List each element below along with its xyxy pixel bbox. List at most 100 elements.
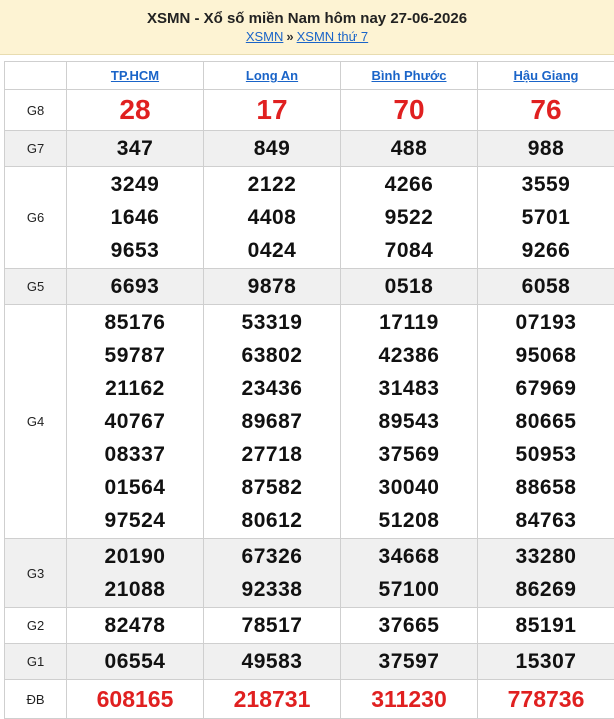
prize-cell: 6693 <box>67 269 204 305</box>
prize-cell: 49583 <box>204 644 341 680</box>
prize-number: 4266 <box>341 168 477 201</box>
prize-number: 9522 <box>341 201 477 234</box>
prize-number: 17 <box>204 91 340 129</box>
prize-cell: 988 <box>478 131 614 167</box>
prize-number: 9266 <box>478 234 614 267</box>
prize-cell: 15307 <box>478 644 614 680</box>
prize-cell: 488 <box>341 131 478 167</box>
prize-body: G828177076G7347849488988G632491646965321… <box>5 90 614 719</box>
prize-number: 34668 <box>341 540 477 573</box>
prize-cell: 82478 <box>67 608 204 644</box>
prize-number: 218731 <box>204 681 340 717</box>
prize-number: 488 <box>341 132 477 165</box>
prize-number: 84763 <box>478 504 614 537</box>
prize-number: 23436 <box>204 372 340 405</box>
prize-number: 59787 <box>67 339 203 372</box>
prize-number: 76 <box>478 91 614 129</box>
prize-cell: 3328086269 <box>478 539 614 608</box>
prize-cell: 85191 <box>478 608 614 644</box>
prize-cell: 07193950686796980665509538865884763 <box>478 305 614 539</box>
prize-number: 08337 <box>67 438 203 471</box>
prize-number: 0424 <box>204 234 340 267</box>
province-link-binh-phuoc[interactable]: Bình Phước <box>372 68 447 83</box>
prize-cell: 347 <box>67 131 204 167</box>
results-table: TP.HCM Long An Bình Phước Hậu Giang G828… <box>4 61 614 719</box>
prize-cell: 608165 <box>67 680 204 719</box>
prize-number: 21088 <box>67 573 203 606</box>
prize-cell: 9878 <box>204 269 341 305</box>
prize-number: 95068 <box>478 339 614 372</box>
prize-number: 97524 <box>67 504 203 537</box>
prize-label: G8 <box>5 90 67 131</box>
prize-number: 50953 <box>478 438 614 471</box>
prize-cell: 212244080424 <box>204 167 341 269</box>
prize-row-g5: G56693987805186058 <box>5 269 614 305</box>
prize-row-g1: G106554495833759715307 <box>5 644 614 680</box>
prize-label: G3 <box>5 539 67 608</box>
page-header: XSMN - Xổ số miền Nam hôm nay 27-06-2026… <box>0 0 614 55</box>
prize-number: 347 <box>67 132 203 165</box>
prize-row-g3: G320190210886732692338346685710033280862… <box>5 539 614 608</box>
prize-number: 27718 <box>204 438 340 471</box>
prize-number: 3249 <box>67 168 203 201</box>
province-header: TP.HCM <box>67 62 204 90</box>
prize-number: 70 <box>341 91 477 129</box>
prize-row-g4: G485176597872116240767083370156497524533… <box>5 305 614 539</box>
prize-number: 82478 <box>67 609 203 642</box>
prize-number: 89543 <box>341 405 477 438</box>
province-header: Long An <box>204 62 341 90</box>
prize-cell: 53319638022343689687277188758280612 <box>204 305 341 539</box>
prize-cell: 78517 <box>204 608 341 644</box>
prize-number: 608165 <box>67 681 203 717</box>
prize-number: 87582 <box>204 471 340 504</box>
prize-number: 37597 <box>341 645 477 678</box>
prize-number: 2122 <box>204 168 340 201</box>
prize-cell: 06554 <box>67 644 204 680</box>
prize-label: G7 <box>5 131 67 167</box>
prize-number: 78517 <box>204 609 340 642</box>
prize-number: 849 <box>204 132 340 165</box>
page-title: XSMN - Xổ số miền Nam hôm nay 27-06-2026 <box>0 0 614 27</box>
breadcrumb-link-xsmn-thu7[interactable]: XSMN thứ 7 <box>297 29 369 44</box>
province-header-row: TP.HCM Long An Bình Phước Hậu Giang <box>5 62 614 90</box>
prize-cell: 37665 <box>341 608 478 644</box>
prize-row-db: ĐB608165218731311230778736 <box>5 680 614 719</box>
breadcrumb-separator: » <box>283 29 296 44</box>
prize-cell: 6732692338 <box>204 539 341 608</box>
prize-row-g6: G632491646965321224408042442669522708435… <box>5 167 614 269</box>
prize-cell: 849 <box>204 131 341 167</box>
prize-row-g7: G7347849488988 <box>5 131 614 167</box>
prize-number: 57100 <box>341 573 477 606</box>
prize-label: G6 <box>5 167 67 269</box>
prize-number: 15307 <box>478 645 614 678</box>
province-link-hau-giang[interactable]: Hậu Giang <box>513 68 578 83</box>
prize-cell: 426695227084 <box>341 167 478 269</box>
breadcrumb: XSMN»XSMN thứ 7 <box>0 29 614 44</box>
prize-cell: 17119423863148389543375693004051208 <box>341 305 478 539</box>
prize-number: 21162 <box>67 372 203 405</box>
prize-number: 311230 <box>341 681 477 717</box>
prize-cell: 0518 <box>341 269 478 305</box>
prize-number: 1646 <box>67 201 203 234</box>
prize-cell: 355957019266 <box>478 167 614 269</box>
prize-number: 37665 <box>341 609 477 642</box>
province-header: Hậu Giang <box>478 62 614 90</box>
prize-cell: 17 <box>204 90 341 131</box>
prize-cell: 3466857100 <box>341 539 478 608</box>
prize-number: 9878 <box>204 270 340 303</box>
prize-cell: 85176597872116240767083370156497524 <box>67 305 204 539</box>
province-link-tphcm[interactable]: TP.HCM <box>111 68 159 83</box>
prize-number: 85191 <box>478 609 614 642</box>
prize-number: 89687 <box>204 405 340 438</box>
breadcrumb-link-xsmn[interactable]: XSMN <box>246 29 284 44</box>
prize-number: 06554 <box>67 645 203 678</box>
prize-number: 9653 <box>67 234 203 267</box>
prize-number: 80665 <box>478 405 614 438</box>
prize-number: 37569 <box>341 438 477 471</box>
prize-cell: 76 <box>478 90 614 131</box>
prize-label: G1 <box>5 644 67 680</box>
province-link-long-an[interactable]: Long An <box>246 68 298 83</box>
header-corner <box>5 62 67 90</box>
prize-number: 51208 <box>341 504 477 537</box>
prize-number: 40767 <box>67 405 203 438</box>
